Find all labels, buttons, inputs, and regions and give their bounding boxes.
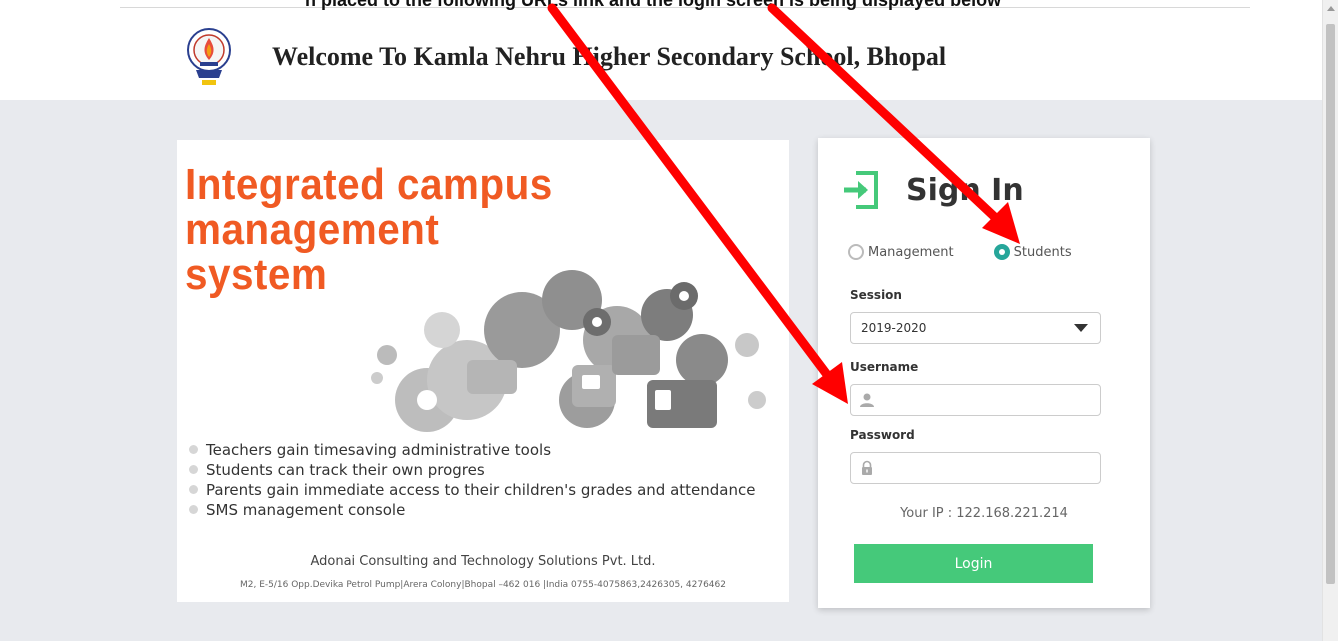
management-radio-label[interactable]: Management — [868, 245, 954, 260]
company-name: Adonai Consulting and Technology Solutio… — [310, 554, 656, 569]
list-item: Teachers gain timesaving administrative … — [189, 440, 755, 460]
ip-address: Your IP : 122.168.221.214 — [900, 506, 1068, 521]
cloud-icons-graphic — [371, 270, 766, 432]
bullet-icon — [189, 445, 198, 454]
session-label: Session — [850, 288, 902, 302]
scroll-thumb[interactable] — [1326, 24, 1335, 584]
password-field[interactable] — [850, 452, 1101, 484]
feature-text: Students can track their own progres — [206, 461, 485, 479]
bullet-icon — [189, 465, 198, 474]
feature-text: Teachers gain timesaving administrative … — [206, 441, 552, 459]
feature-text: SMS management console — [206, 501, 406, 519]
sign-in-icon — [844, 171, 878, 209]
list-item: SMS management console — [189, 500, 755, 520]
bullet-icon — [189, 485, 198, 494]
session-select[interactable]: 2019-2020 — [850, 312, 1101, 344]
list-item: Parents gain immediate access to their c… — [189, 480, 755, 500]
list-item: Students can track their own progres — [189, 460, 755, 480]
bullet-icon — [189, 505, 198, 514]
username-label: Username — [850, 360, 919, 374]
promo-title-line: management — [185, 205, 440, 254]
login-button[interactable]: Login — [854, 544, 1093, 583]
signin-title: Sign In — [906, 172, 1024, 208]
promo-panel: Integrated campus management system Teac… — [177, 140, 789, 602]
company-address: M2, E-5/16 Opp.Devika Petrol Pump|Arera … — [240, 580, 726, 590]
username-field[interactable] — [850, 384, 1101, 416]
top-cut-text: n placed to the following URLs link and … — [305, 0, 1002, 10]
signin-panel: Sign In Management Students Session 2019… — [818, 138, 1150, 608]
dropdown-caret-icon — [1074, 324, 1088, 332]
password-label: Password — [850, 428, 915, 442]
students-radio-label[interactable]: Students — [1014, 245, 1072, 260]
signin-header: Sign In — [842, 168, 1024, 212]
session-value: 2019-2020 — [861, 321, 927, 335]
school-title: Welcome To Kamla Nehru Higher Secondary … — [272, 42, 947, 71]
school-logo-icon — [187, 28, 231, 85]
students-radio[interactable] — [993, 244, 1010, 260]
login-type-group: Management Students — [848, 244, 1112, 260]
feature-list: Teachers gain timesaving administrative … — [189, 440, 755, 520]
management-radio[interactable] — [848, 244, 864, 260]
main-area: Integrated campus management system Teac… — [0, 100, 1322, 641]
lock-icon — [862, 460, 872, 475]
user-icon — [860, 393, 874, 407]
page-header: Welcome To Kamla Nehru Higher Secondary … — [0, 14, 1322, 100]
scrollbar[interactable] — [1322, 0, 1338, 641]
promo-title-line: Integrated campus — [185, 160, 553, 209]
scroll-up-icon[interactable] — [1327, 6, 1335, 11]
feature-text: Parents gain immediate access to their c… — [206, 481, 756, 499]
